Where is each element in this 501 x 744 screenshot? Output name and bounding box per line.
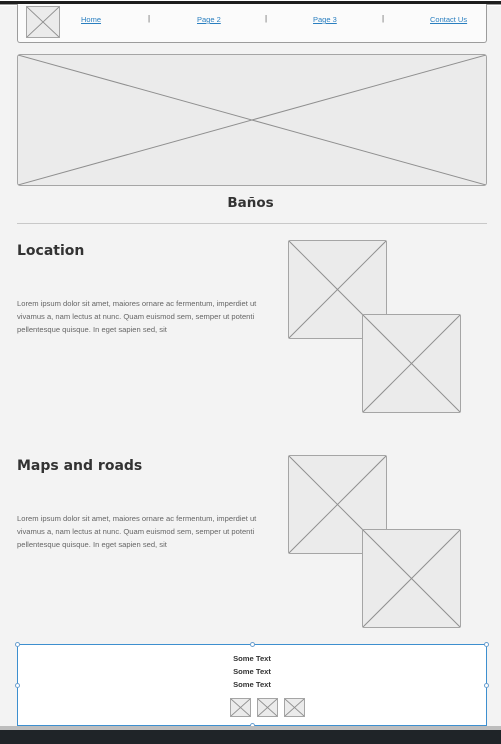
page-title: Baños (227, 195, 274, 211)
location-image-placeholder-2 (362, 314, 461, 413)
nav-link-page-3[interactable]: Page 3 (313, 15, 337, 24)
section-body-location: Lorem ipsum dolor sit amet, maiores orna… (17, 299, 257, 334)
footer-icon-placeholder-3 (284, 698, 305, 717)
nav-link-home[interactable]: Home (81, 15, 101, 24)
resize-handle-top-left[interactable] (15, 642, 20, 647)
resize-handle-middle-left[interactable] (15, 683, 20, 688)
hero-image-placeholder (17, 54, 487, 186)
footer-text-line-3: Some Text (233, 680, 271, 689)
section-title-location: Location (17, 243, 85, 259)
title-divider (17, 223, 487, 224)
nav-link-page-2[interactable]: Page 2 (197, 15, 221, 24)
nav-separator: | (265, 14, 268, 23)
section-title-maps-and-roads: Maps and roads (17, 458, 143, 474)
footer-selected-block[interactable]: Some Text Some Text Some Text (15, 642, 489, 728)
navigation-bar: Home | Page 2 | Page 3 | Contact Us (17, 4, 487, 43)
footer-text-line-2: Some Text (233, 667, 271, 676)
resize-handle-middle-right[interactable] (484, 683, 489, 688)
section-body-maps-and-roads: Lorem ipsum dolor sit amet, maiores orna… (17, 514, 257, 549)
editor-bottom-bar (0, 730, 501, 744)
logo-image-placeholder (26, 6, 60, 38)
nav-separator: | (382, 14, 385, 23)
footer-icon-placeholder-2 (257, 698, 278, 717)
nav-separator: | (148, 14, 151, 23)
nav-link-contact-us[interactable]: Contact Us (430, 15, 467, 24)
resize-handle-top-right[interactable] (484, 642, 489, 647)
footer-icon-placeholder-1 (230, 698, 251, 717)
footer-text-line-1: Some Text (233, 654, 271, 663)
resize-handle-top-center[interactable] (250, 642, 255, 647)
maps-image-placeholder-2 (362, 529, 461, 628)
